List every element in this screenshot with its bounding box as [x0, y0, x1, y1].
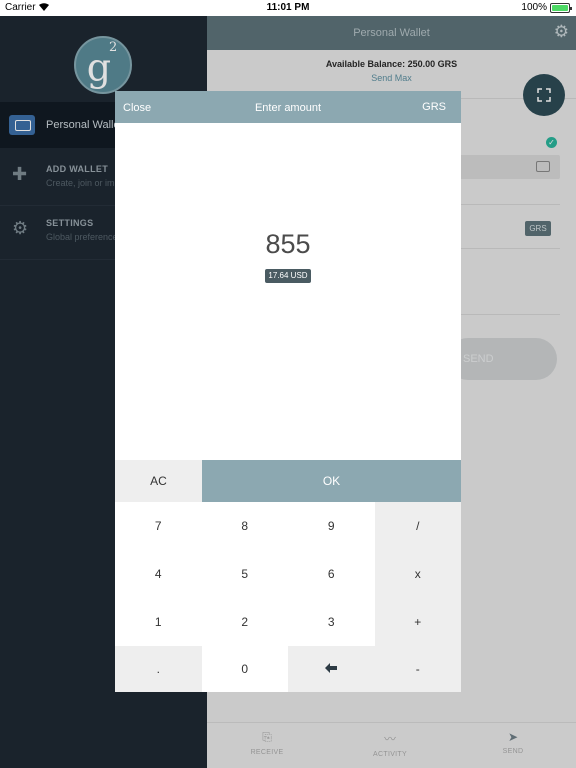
key-3[interactable]: 3 — [288, 598, 375, 646]
modal-title: Enter amount — [254, 102, 322, 114]
key-1[interactable]: 1 — [115, 598, 202, 646]
key-2[interactable]: 2 — [201, 598, 288, 646]
key-7[interactable]: 7 — [115, 502, 202, 550]
clear-all-button[interactable]: AC — [115, 460, 202, 502]
key-8[interactable]: 8 — [201, 502, 288, 550]
unit-toggle-button[interactable]: GRS — [422, 101, 446, 113]
amount-display: 855 — [265, 229, 311, 259]
status-bar: Carrier 11:01 PM 100% — [0, 0, 576, 16]
status-time: 11:01 PM — [266, 2, 310, 13]
modal-header: Close Enter amount GRS — [115, 91, 461, 123]
battery-icon — [550, 3, 572, 13]
backspace-key[interactable] — [288, 646, 375, 692]
key-9[interactable]: 9 — [288, 502, 375, 550]
key-plus[interactable]: + — [374, 598, 461, 646]
key-5[interactable]: 5 — [201, 550, 288, 598]
backspace-icon — [325, 663, 338, 673]
key-multiply[interactable]: x — [374, 550, 461, 598]
key-decimal[interactable]: . — [115, 646, 202, 692]
key-divide[interactable]: / — [374, 502, 461, 550]
key-0[interactable]: 0 — [201, 646, 288, 692]
fiat-equivalent-badge: 17.64 USD — [265, 269, 311, 283]
key-minus[interactable]: - — [374, 646, 461, 692]
ok-button[interactable]: OK — [202, 460, 461, 502]
enter-amount-modal: Close Enter amount GRS 855 17.64 USD AC … — [115, 91, 461, 692]
battery-percent: 100% — [521, 2, 547, 13]
key-6[interactable]: 6 — [288, 550, 375, 598]
key-4[interactable]: 4 — [115, 550, 202, 598]
